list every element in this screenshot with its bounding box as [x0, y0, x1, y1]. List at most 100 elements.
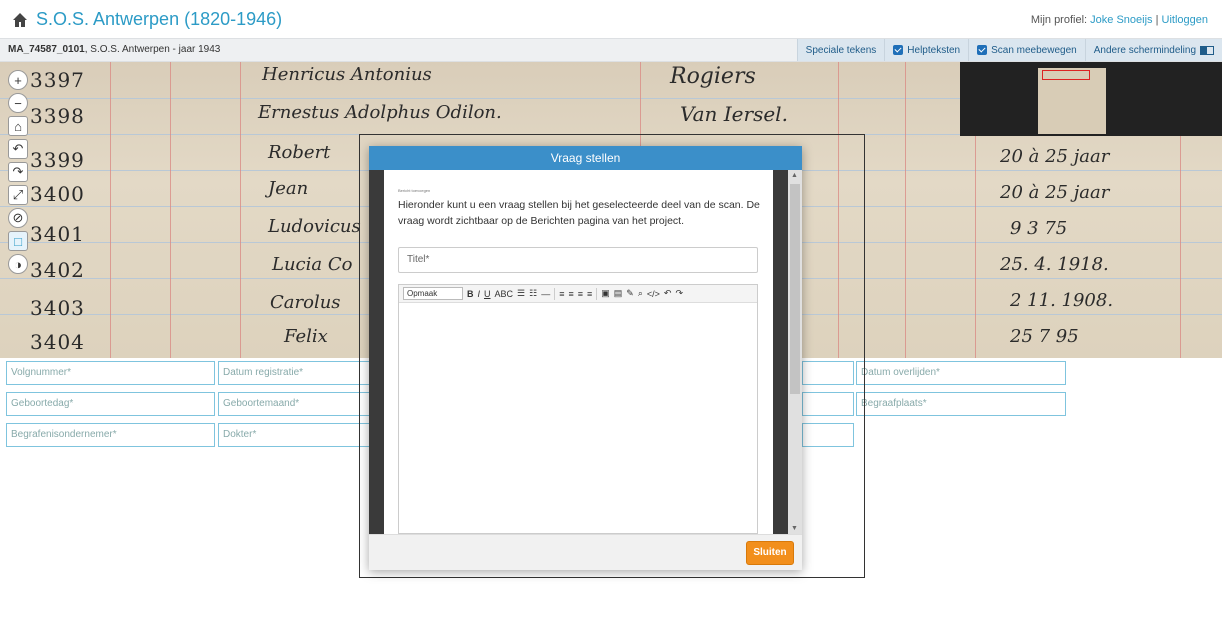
edit-icon[interactable]: ✎ [626, 288, 634, 299]
thumbnail-selection[interactable] [1042, 70, 1090, 80]
profile-label: Mijn profiel: [1030, 14, 1088, 26]
tiny-label: Bericht toevoegen [398, 188, 431, 193]
ledger-column [240, 62, 241, 358]
scan-navigator-thumbnail[interactable] [960, 62, 1222, 136]
ask-question-dialog: Vraag stellen Bericht toevoegen Hieronde… [369, 146, 802, 570]
find-icon[interactable]: ⌕ [638, 288, 643, 299]
numbered-list-icon[interactable]: ☷ [529, 288, 537, 299]
home-icon[interactable] [12, 12, 28, 28]
profile-area: Mijn profiel: Joke Snoeijs | Uitloggen [1031, 14, 1208, 26]
handwritten-name: Lucia Co [272, 254, 353, 275]
scan-description: , S.O.S. Antwerpen - jaar 1943 [84, 44, 221, 55]
entry-number: 3404 [30, 330, 85, 354]
handwritten-name: Henricus Antonius [262, 64, 432, 85]
logout-link[interactable]: Uitloggen [1162, 14, 1208, 26]
profile-user-link[interactable]: Joke Snoeijs [1090, 14, 1152, 26]
handwritten-name: Carolus [270, 292, 341, 313]
ledger-column [110, 62, 111, 358]
html-icon[interactable]: </> [647, 289, 660, 299]
zoom-in-icon[interactable]: + [8, 70, 28, 90]
close-button[interactable]: Sluiten [746, 541, 794, 565]
entry-number: 3402 [30, 258, 85, 282]
begrafenisondernemer-field[interactable]: Begrafenisondernemer* [6, 423, 215, 447]
app-header: S.O.S. Antwerpen (1820-1946) Mijn profie… [0, 0, 1222, 38]
special-chars-button[interactable]: Speciale tekens [796, 39, 885, 61]
scroll-up-icon[interactable]: ▲ [791, 172, 798, 179]
undo-icon[interactable]: ↶ [664, 288, 672, 299]
layout-split-icon [1200, 45, 1214, 55]
scan-tools: + − ⌂ ↶ ↷ ⤢ ⊘ □ ◑ [8, 70, 28, 274]
handwritten-name: Robert [268, 142, 331, 163]
entry-number: 3397 [30, 68, 85, 92]
dialog-scrollbar[interactable]: ▲ ▼ [788, 170, 802, 534]
dialog-footer: Sluiten [369, 534, 802, 570]
dialog-intro-text: Hieronder kunt u een vraag stellen bij h… [398, 199, 760, 227]
dialog-body: Bericht toevoegen Hieronder kunt u een v… [369, 170, 802, 534]
special-chars-label: Speciale tekens [805, 44, 877, 56]
align-center-icon[interactable]: ≡ [568, 289, 573, 299]
begraafplaats-field[interactable]: Begraafplaats* [856, 392, 1066, 416]
scan-follow-toggle[interactable]: Scan meebewegen [968, 39, 1085, 61]
handwritten-surname: Rogiers [670, 64, 756, 89]
handwritten-name: Ernestus Adolphus Odilon. [258, 102, 502, 123]
handwritten-date: 25 7 95 [1010, 326, 1079, 347]
handwritten-date: 20 à 25 jaar [1000, 146, 1110, 167]
selection-box-icon[interactable]: □ [8, 231, 28, 251]
zoom-out-icon[interactable]: − [8, 93, 28, 113]
redo-icon[interactable]: ↷ [675, 288, 683, 299]
toolbar-divider [554, 287, 556, 300]
fullscreen-icon[interactable]: ⤢ [8, 185, 28, 205]
image-icon[interactable]: ▣ [601, 288, 610, 299]
navigator-icon[interactable]: ⊘ [8, 208, 28, 228]
scan-id: MA_74587_0101 [8, 44, 85, 55]
datum-overlijden-field[interactable]: Datum overlijden* [856, 361, 1066, 385]
rotate-right-icon[interactable]: ↷ [8, 162, 28, 182]
scan-follow-label: Scan meebewegen [991, 44, 1077, 56]
dialog-title: Vraag stellen [369, 146, 802, 170]
bullet-list-icon[interactable]: ☰ [517, 288, 525, 299]
geboortedag-field[interactable]: Geboortedag* [6, 392, 215, 416]
handwritten-date: 20 à 25 jaar [1000, 182, 1110, 203]
handwritten-date: 25. 4. 1918. [1000, 254, 1109, 275]
entry-number: 3401 [30, 222, 85, 246]
project-title[interactable]: S.O.S. Antwerpen (1820-1946) [36, 9, 282, 30]
strikethrough-icon[interactable]: ABC [495, 289, 514, 299]
align-left-icon[interactable]: ≡ [559, 289, 564, 299]
profile-separator: | [1155, 14, 1159, 26]
align-right-icon[interactable]: ≡ [578, 289, 583, 299]
bold-icon[interactable]: B [467, 289, 474, 299]
italic-icon[interactable]: I [478, 289, 481, 299]
horizontal-rule-icon[interactable]: — [541, 289, 550, 299]
scrollbar-thumb[interactable] [790, 184, 800, 394]
title-input[interactable]: Titel* [398, 247, 758, 273]
editor-toolbar: Opmaak B I U ABC ☰ ☷ — ≡ ≡ ≡ ≡ ▣ ▤ ✎ ⌕ <… [399, 285, 757, 303]
helptexts-label: Helpteksten [907, 44, 961, 56]
format-select[interactable]: Opmaak [403, 287, 463, 300]
handwritten-name: Felix [284, 326, 328, 347]
underline-icon[interactable]: U [484, 289, 491, 299]
handwritten-date: 9 3 75 [1010, 218, 1068, 239]
rich-text-editor[interactable]: Opmaak B I U ABC ☰ ☷ — ≡ ≡ ≡ ≡ ▣ ▤ ✎ ⌕ <… [398, 284, 758, 534]
scroll-down-icon[interactable]: ▼ [791, 525, 798, 532]
handwritten-name: Ludovicus [268, 216, 361, 237]
helptexts-toggle[interactable]: Helpteksten [884, 39, 969, 61]
ledger-column [905, 62, 906, 358]
other-layout-button[interactable]: Andere schermindeling [1084, 39, 1222, 61]
handwritten-name: Jean [268, 178, 309, 199]
rotate-left-icon[interactable]: ↶ [8, 139, 28, 159]
handwritten-date: 2 11. 1908. [1010, 290, 1114, 311]
checkbox-checked-icon[interactable] [977, 45, 988, 55]
align-justify-icon[interactable]: ≡ [587, 289, 592, 299]
breadcrumb: MA_74587_0101, S.O.S. Antwerpen - jaar 1… [8, 44, 220, 55]
entry-number: 3398 [30, 104, 85, 128]
volgnummer-field[interactable]: Volgnummer* [6, 361, 215, 385]
contrast-icon[interactable]: ◑ [8, 254, 28, 274]
dialog-content: Bericht toevoegen Hieronder kunt u een v… [384, 170, 773, 534]
checkbox-checked-icon[interactable] [893, 45, 904, 55]
ledger-column [170, 62, 171, 358]
paste-icon[interactable]: ▤ [614, 288, 623, 299]
page-title: S.O.S. Antwerpen (1820-1946) [12, 9, 282, 30]
entry-number: 3400 [30, 182, 85, 206]
handwritten-surname: Van Iersel. [680, 102, 788, 126]
home-view-icon[interactable]: ⌂ [8, 116, 28, 136]
